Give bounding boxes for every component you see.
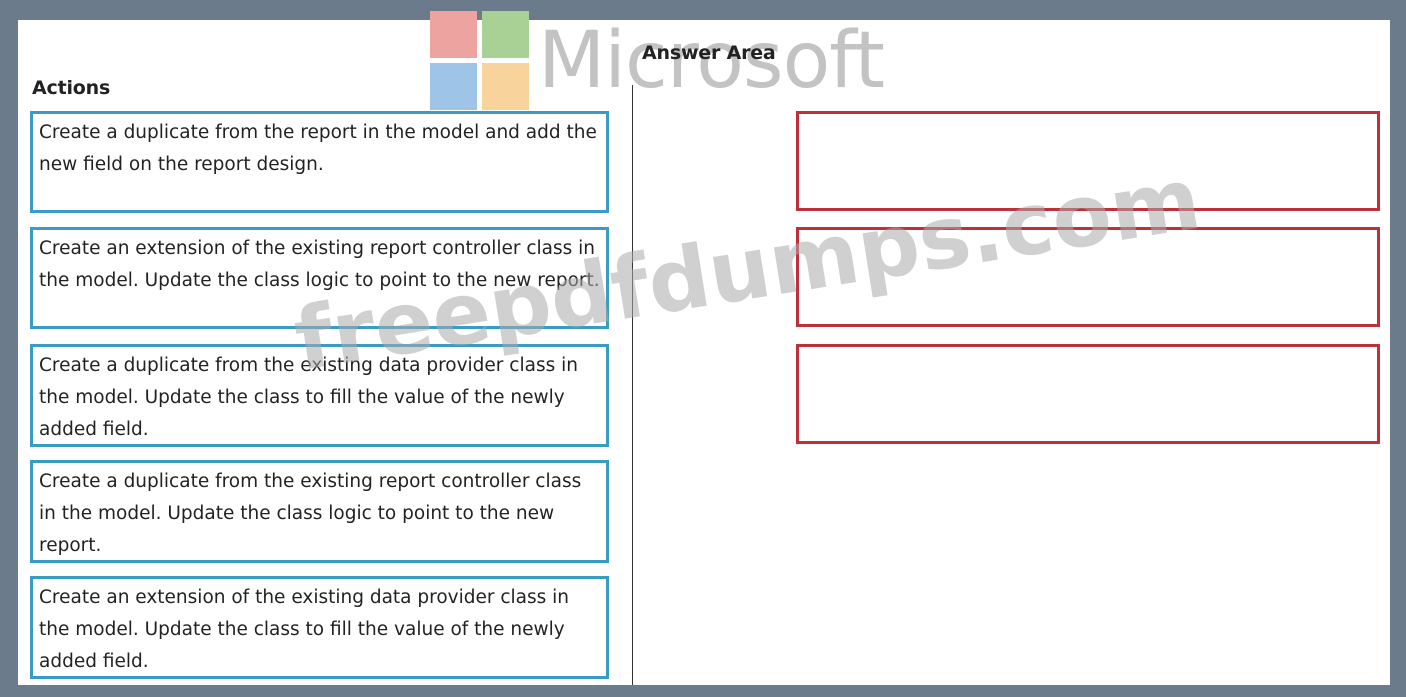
answer-slot-2[interactable] [796,227,1380,327]
action-item-5[interactable]: Create an extension of the existing data… [30,576,609,679]
action-item-4[interactable]: Create a duplicate from the existing rep… [30,460,609,563]
logo-red-square [430,11,477,58]
answer-area-heading: Answer Area [642,42,776,64]
column-divider [632,85,633,685]
answer-slot-1[interactable] [796,111,1380,211]
logo-yellow-square [482,63,529,110]
question-panel: Microsoft Actions Answer Area Create a d… [18,11,1390,685]
action-item-3[interactable]: Create a duplicate from the existing dat… [30,344,609,447]
microsoft-logo-icon [430,11,529,110]
action-item-2[interactable]: Create an extension of the existing repo… [30,227,609,329]
actions-heading: Actions [32,77,111,99]
action-item-1[interactable]: Create a duplicate from the report in th… [30,111,609,213]
logo-blue-square [430,63,477,110]
logo-green-square [482,11,529,58]
answer-slot-3[interactable] [796,344,1380,444]
